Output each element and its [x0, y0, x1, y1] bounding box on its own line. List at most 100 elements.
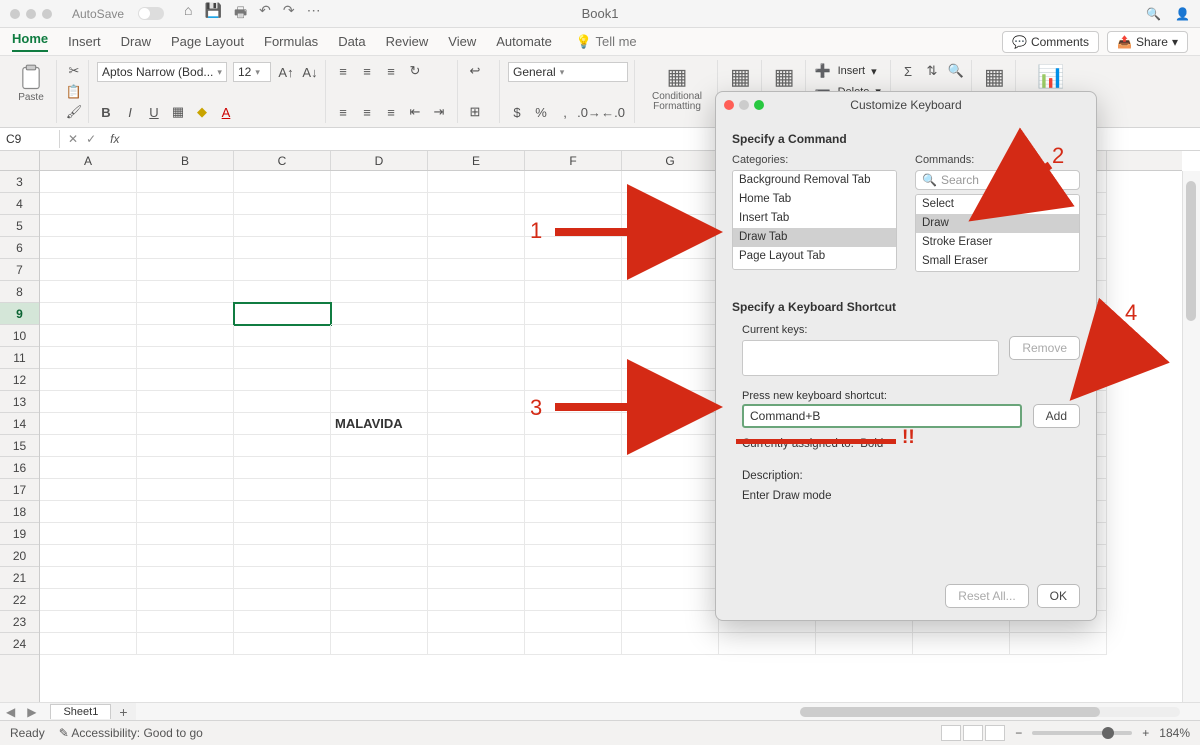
row-header-5[interactable]: 5: [0, 215, 39, 237]
cell-B14[interactable]: [137, 413, 234, 435]
cell-B4[interactable]: [137, 193, 234, 215]
cell-F8[interactable]: [525, 281, 622, 303]
cancel-formula-icon[interactable]: ✕: [68, 132, 78, 146]
current-keys-box[interactable]: [742, 340, 999, 376]
dialog-zoom-icon[interactable]: [754, 100, 764, 110]
col-header-D[interactable]: D: [331, 151, 428, 170]
cell-D7[interactable]: [331, 259, 428, 281]
orientation-icon[interactable]: ↻: [406, 62, 424, 80]
cell-B13[interactable]: [137, 391, 234, 413]
font-size-select[interactable]: 12▾: [233, 62, 271, 82]
cell-F16[interactable]: [525, 457, 622, 479]
zoom-dot[interactable]: [42, 9, 52, 19]
cell-F3[interactable]: [525, 171, 622, 193]
reset-all-button[interactable]: Reset All...: [945, 584, 1028, 608]
cell-F19[interactable]: [525, 523, 622, 545]
cell-A4[interactable]: [40, 193, 137, 215]
cell-C17[interactable]: [234, 479, 331, 501]
border-icon[interactable]: ▦: [169, 103, 187, 121]
cell-G24[interactable]: [622, 633, 719, 655]
tab-view[interactable]: View: [448, 34, 476, 49]
enter-formula-icon[interactable]: ✓: [86, 132, 96, 146]
row-header-16[interactable]: 16: [0, 457, 39, 479]
cell-A24[interactable]: [40, 633, 137, 655]
cell-G6[interactable]: [622, 237, 719, 259]
cell-D11[interactable]: [331, 347, 428, 369]
view-buttons[interactable]: [941, 725, 1005, 741]
cell-C12[interactable]: [234, 369, 331, 391]
cell-G4[interactable]: [622, 193, 719, 215]
zoom-slider[interactable]: [1032, 731, 1132, 735]
ok-button[interactable]: OK: [1037, 584, 1080, 608]
row-header-12[interactable]: 12: [0, 369, 39, 391]
cell-C21[interactable]: [234, 567, 331, 589]
increase-decimal-icon[interactable]: .0→: [580, 103, 598, 121]
cell-G19[interactable]: [622, 523, 719, 545]
cell-D22[interactable]: [331, 589, 428, 611]
row-header-19[interactable]: 19: [0, 523, 39, 545]
cell-F17[interactable]: [525, 479, 622, 501]
cell-E20[interactable]: [428, 545, 525, 567]
tab-draw[interactable]: Draw: [121, 34, 151, 49]
cell-F5[interactable]: [525, 215, 622, 237]
cell-C8[interactable]: [234, 281, 331, 303]
cell-F15[interactable]: [525, 435, 622, 457]
col-header-C[interactable]: C: [234, 151, 331, 170]
cell-E4[interactable]: [428, 193, 525, 215]
cell-D16[interactable]: [331, 457, 428, 479]
row-header-13[interactable]: 13: [0, 391, 39, 413]
cell-G14[interactable]: [622, 413, 719, 435]
cell-F12[interactable]: [525, 369, 622, 391]
row-header-9[interactable]: 9: [0, 303, 39, 325]
cell-D19[interactable]: [331, 523, 428, 545]
cell-E19[interactable]: [428, 523, 525, 545]
tab-automate[interactable]: Automate: [496, 34, 552, 49]
align-right-icon[interactable]: ≡: [382, 103, 400, 121]
row-header-17[interactable]: 17: [0, 479, 39, 501]
row-header-24[interactable]: 24: [0, 633, 39, 655]
cell-G5[interactable]: [622, 215, 719, 237]
cell-B3[interactable]: [137, 171, 234, 193]
format-painter-icon[interactable]: 🖌: [65, 103, 83, 121]
cell-B5[interactable]: [137, 215, 234, 237]
cell-B8[interactable]: [137, 281, 234, 303]
cell-C13[interactable]: [234, 391, 331, 413]
cell-D8[interactable]: [331, 281, 428, 303]
commands-search-input[interactable]: 🔍 Search: [915, 170, 1080, 190]
tab-review[interactable]: Review: [386, 34, 429, 49]
cell-G7[interactable]: [622, 259, 719, 281]
cell-G18[interactable]: [622, 501, 719, 523]
cell-G16[interactable]: [622, 457, 719, 479]
cell-A15[interactable]: [40, 435, 137, 457]
currency-icon[interactable]: $: [508, 103, 526, 121]
cell-A7[interactable]: [40, 259, 137, 281]
cell-E12[interactable]: [428, 369, 525, 391]
wrap-text-icon[interactable]: ↩: [466, 62, 484, 80]
indent-less-icon[interactable]: ⇤: [406, 103, 424, 121]
cell-G23[interactable]: [622, 611, 719, 633]
row-headers[interactable]: 3456789101112131415161718192021222324: [0, 171, 40, 702]
cell-B17[interactable]: [137, 479, 234, 501]
cell-C19[interactable]: [234, 523, 331, 545]
cell-G11[interactable]: [622, 347, 719, 369]
cell-D6[interactable]: [331, 237, 428, 259]
cell-G10[interactable]: [622, 325, 719, 347]
cell-F11[interactable]: [525, 347, 622, 369]
cell-styles-button[interactable]: ▦: [770, 62, 799, 92]
window-controls[interactable]: [10, 9, 52, 19]
cell-F14[interactable]: [525, 413, 622, 435]
row-header-14[interactable]: 14: [0, 413, 39, 435]
cell-E17[interactable]: [428, 479, 525, 501]
share-button[interactable]: 📤 Share ▾: [1107, 31, 1188, 53]
insert-cells-icon[interactable]: ➕: [814, 62, 832, 80]
col-header-E[interactable]: E: [428, 151, 525, 170]
cell-C15[interactable]: [234, 435, 331, 457]
category-item[interactable]: Formulas Tab: [733, 266, 896, 270]
cell-E9[interactable]: [428, 303, 525, 325]
cell-F24[interactable]: [525, 633, 622, 655]
cell-A9[interactable]: [40, 303, 137, 325]
cell-E5[interactable]: [428, 215, 525, 237]
vertical-scrollbar[interactable]: [1182, 171, 1200, 702]
cell-C24[interactable]: [234, 633, 331, 655]
command-item[interactable]: Stroke Eraser: [916, 233, 1079, 252]
